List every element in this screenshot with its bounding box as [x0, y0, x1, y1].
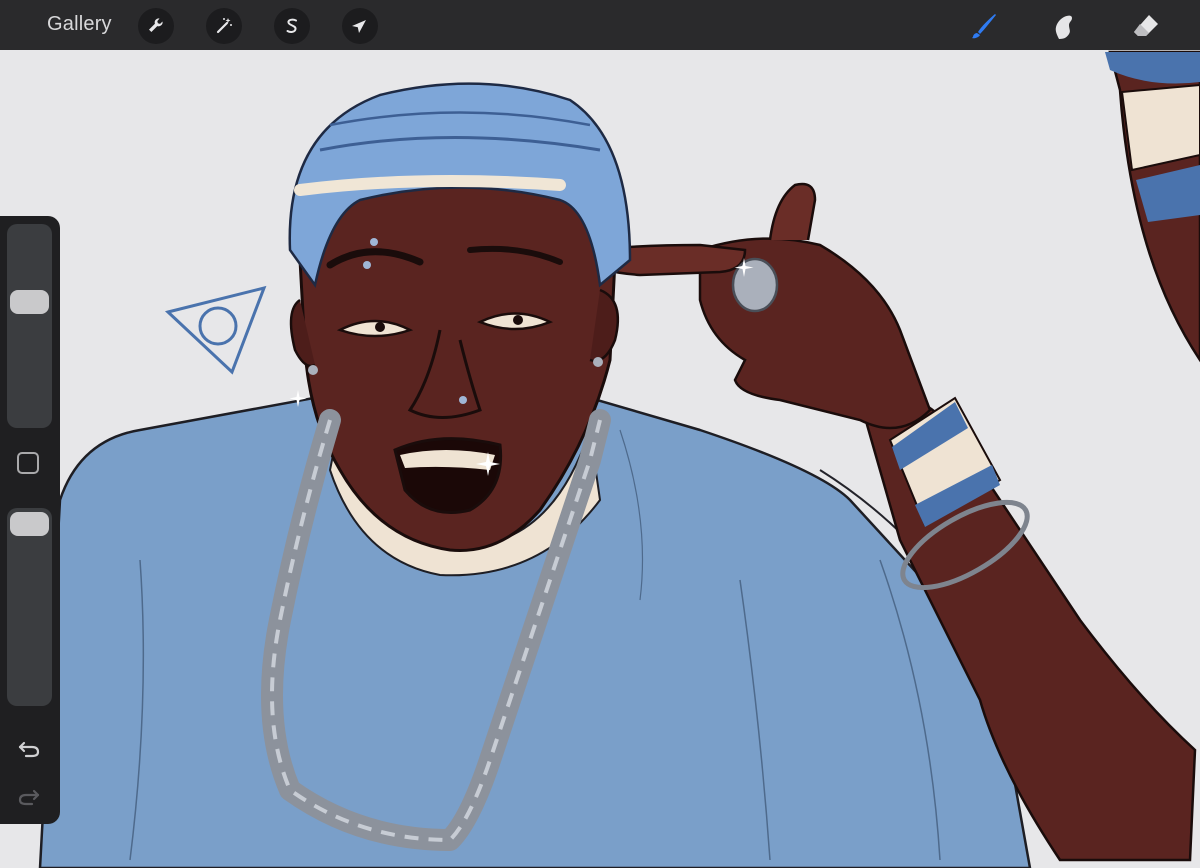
top-toolbar: Gallery — [0, 0, 1200, 50]
actions-wrench-button[interactable] — [138, 8, 174, 44]
opacity-slider[interactable] — [7, 508, 52, 706]
transform-button[interactable] — [342, 8, 378, 44]
selection-button[interactable] — [274, 8, 310, 44]
side-panel — [0, 216, 60, 824]
drawing-canvas[interactable] — [0, 50, 1200, 868]
magic-wand-icon — [216, 18, 232, 34]
undo-icon[interactable] — [16, 734, 42, 760]
gallery-button[interactable]: Gallery — [47, 13, 112, 36]
wrench-icon — [149, 18, 163, 32]
adjustments-button[interactable] — [206, 8, 242, 44]
smudge-tool[interactable] — [1046, 8, 1082, 44]
brush-size-handle[interactable] — [10, 290, 49, 314]
opacity-handle[interactable] — [10, 512, 49, 536]
triangle-eye-doodle — [164, 285, 267, 375]
smudge-finger-icon — [1055, 15, 1072, 39]
eraser-icon — [1134, 15, 1158, 36]
selection-s-icon — [286, 18, 297, 33]
brush-icon — [972, 14, 996, 39]
redo-icon[interactable] — [16, 782, 42, 808]
brush-size-slider[interactable] — [7, 224, 52, 428]
arrow-cursor-icon — [352, 20, 366, 33]
eraser-tool[interactable] — [1128, 8, 1164, 44]
artwork — [38, 50, 1200, 868]
brush-tool[interactable] — [966, 8, 1002, 44]
modify-square-button[interactable] — [17, 452, 39, 474]
